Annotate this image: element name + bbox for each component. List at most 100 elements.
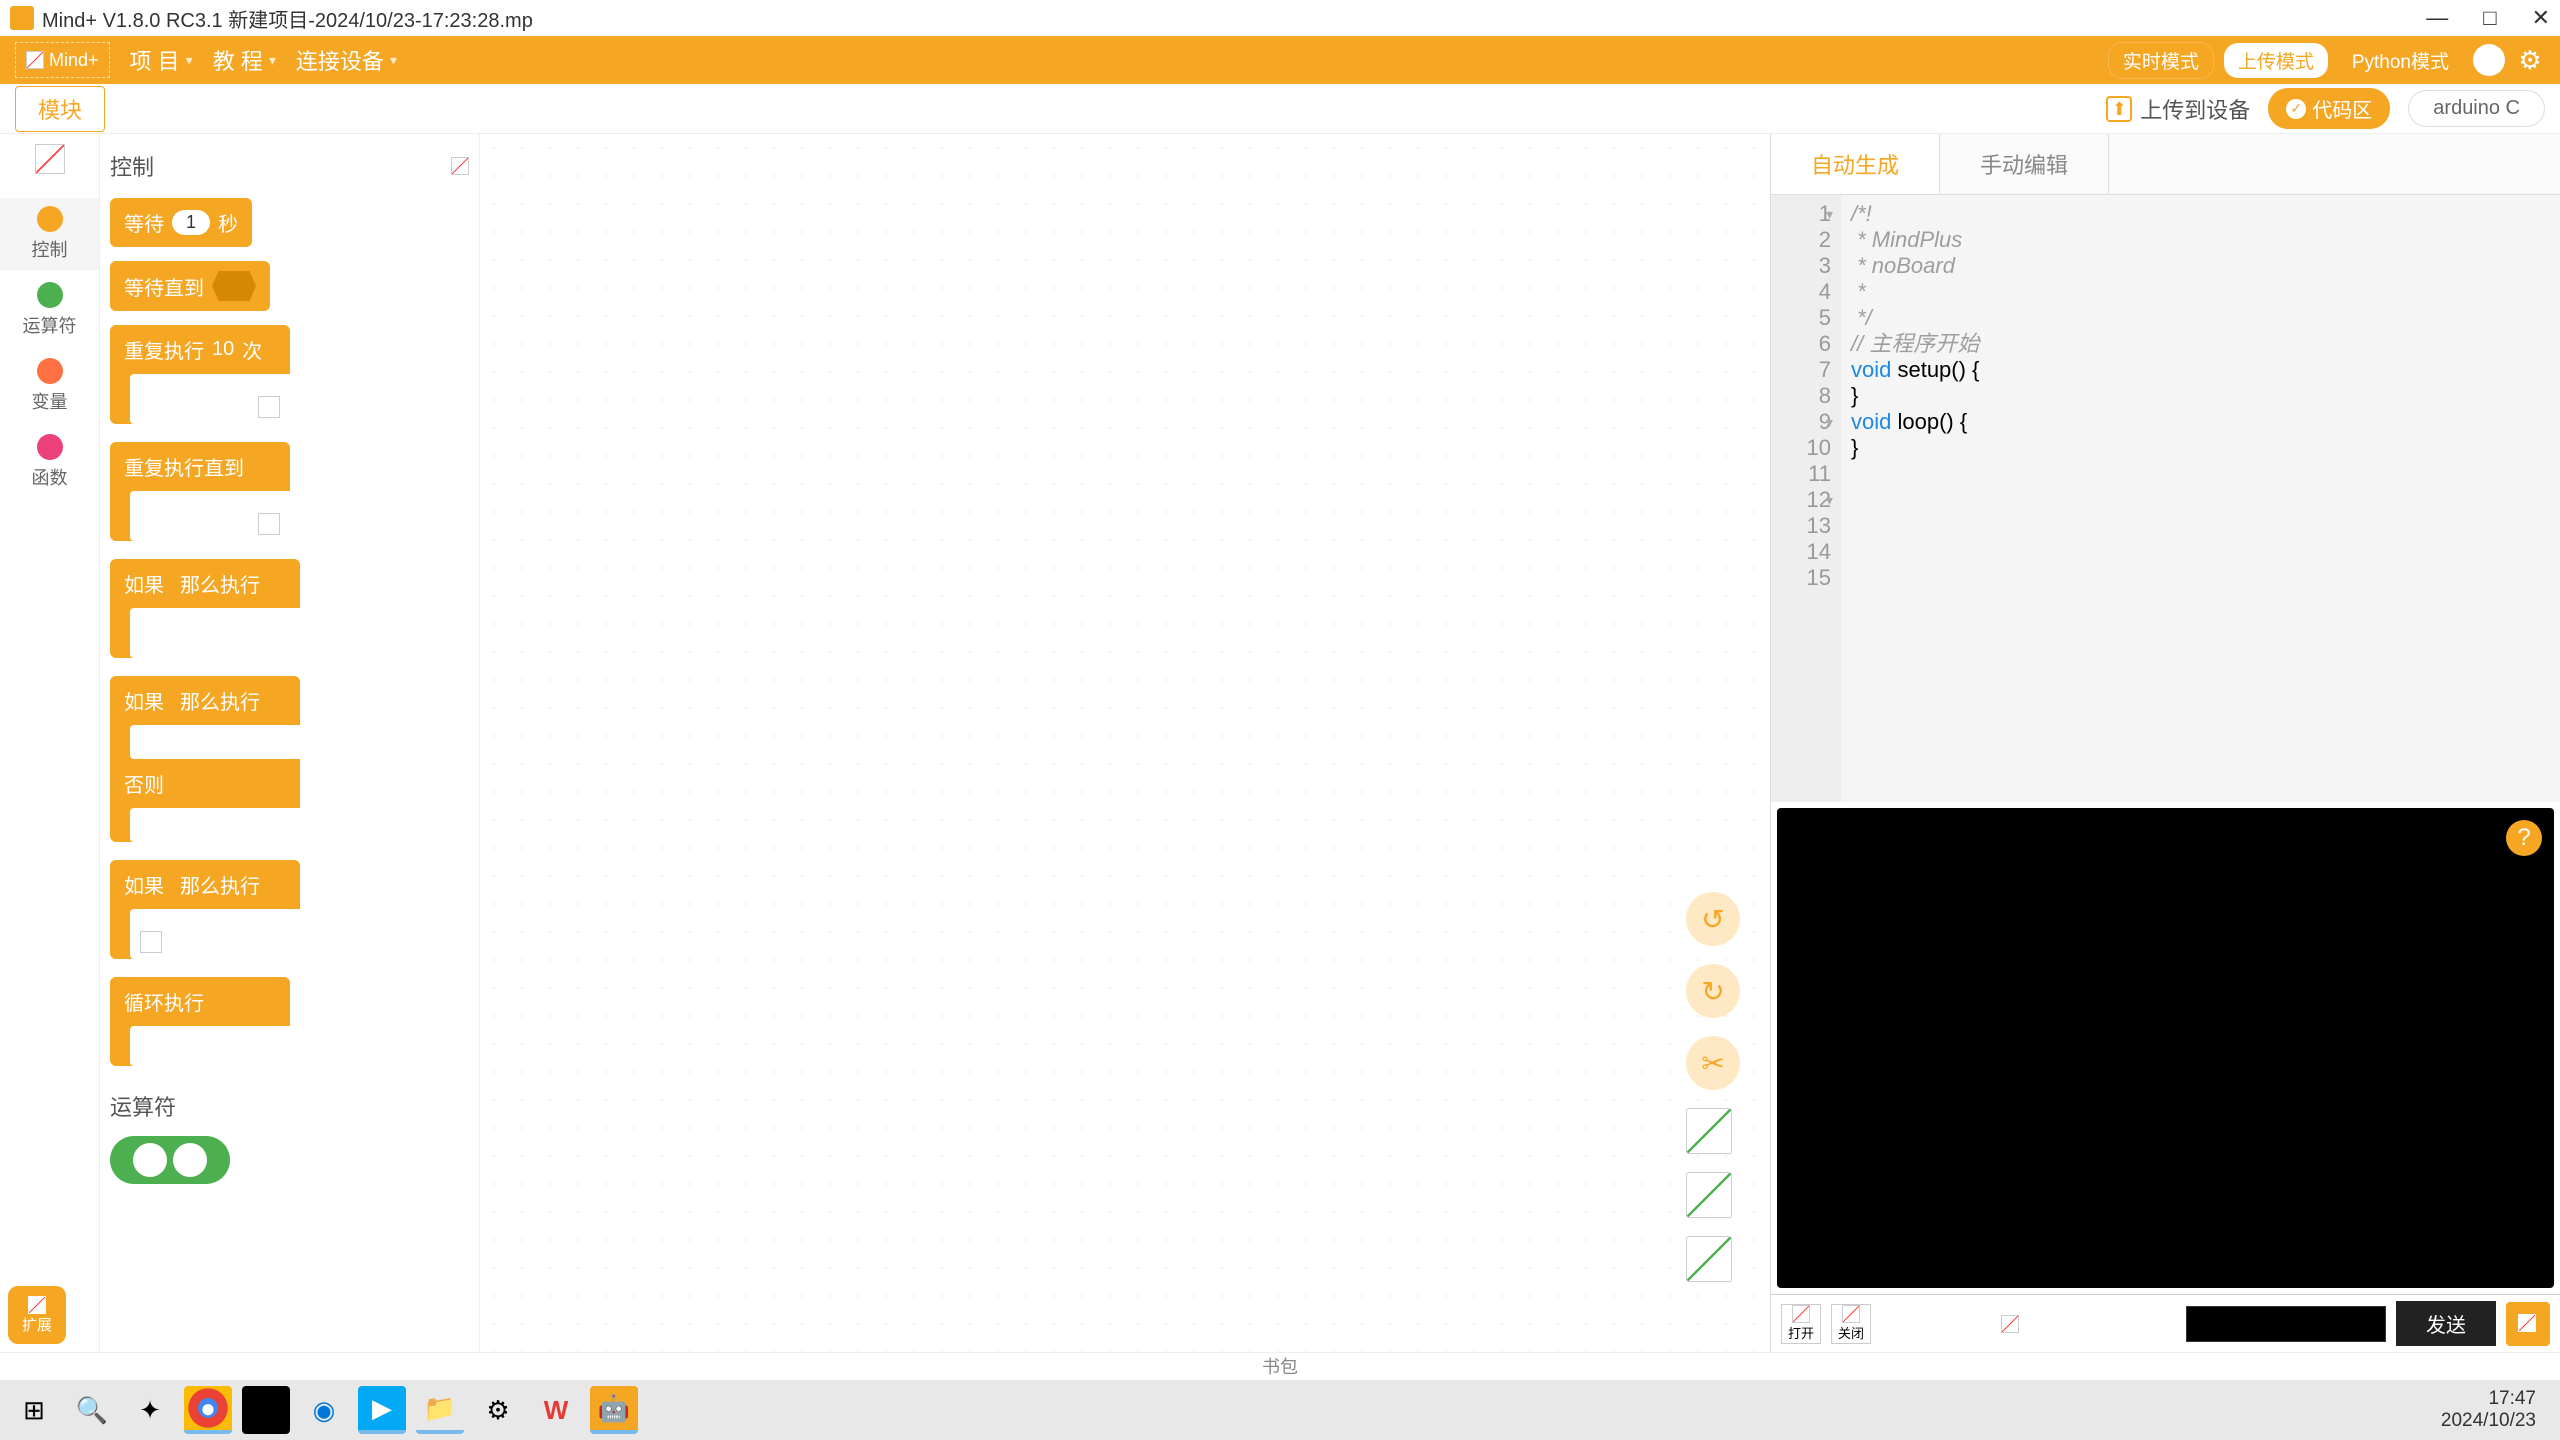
upload-to-device-label: 上传到设备 [2140, 93, 2250, 125]
wait-value-input[interactable]: 1 [172, 210, 210, 235]
serial-clear-button[interactable] [2506, 1302, 2550, 1346]
cleanup-button[interactable]: ✂ [1686, 1036, 1740, 1090]
category-dot-icon [37, 434, 63, 460]
block-if-then-break[interactable]: 如果那么执行 [110, 860, 300, 959]
window-title: Mind+ V1.8.0 RC3.1 新建项目-2024/10/23-17:23… [42, 4, 533, 33]
block-if-else[interactable]: 如果那么执行 否则 [110, 676, 300, 842]
upload-icon: ⬆ [2106, 96, 2132, 122]
taskbar-edge[interactable]: ◉ [300, 1386, 348, 1434]
serial-terminal[interactable]: ? [1777, 808, 2554, 1288]
block-repeat-times[interactable]: 重复执行10次 [110, 325, 290, 424]
module-tab[interactable]: 模块 [15, 86, 105, 132]
zoom-out-button[interactable] [1686, 1172, 1732, 1218]
backpack-bar[interactable]: 书包 [0, 1352, 2560, 1380]
system-tray[interactable]: 17:47 2024/10/23 [2441, 1388, 2550, 1432]
logo-icon [26, 51, 44, 69]
open-icon [1792, 1305, 1810, 1323]
menu-project[interactable]: 项 目▾ [130, 44, 193, 76]
undo-button[interactable]: ↺ [1686, 892, 1740, 946]
code-tabs: 自动生成 手动编辑 [1771, 134, 2560, 195]
code-panel: 自动生成 手动编辑 1▾2345678 9▾101112▾131415 /*! … [1770, 134, 2560, 1352]
block-repeat-until[interactable]: 重复执行直到 [110, 442, 290, 541]
zoom-in-button[interactable] [1686, 1108, 1732, 1154]
taskbar-terminal[interactable] [242, 1386, 290, 1434]
backpack-label: 书包 [1262, 1357, 1298, 1377]
chevron-down-icon: ▾ [390, 52, 397, 69]
windows-taskbar: ⊞ 🔍 ✦ ● ◉ ▶ 📁 ⚙ W 🤖 17:47 2024/10/23 [0, 1380, 2560, 1440]
block-operator-add[interactable] [110, 1136, 230, 1184]
search-button[interactable]: 🔍 [68, 1386, 116, 1434]
category-label: 控制 [32, 236, 68, 262]
serial-setting-icon[interactable] [2001, 1315, 2019, 1333]
realtime-mode-button[interactable]: 实时模式 [2108, 42, 2214, 79]
zoom-reset-button[interactable] [1686, 1236, 1732, 1282]
tab-manual-edit[interactable]: 手动编辑 [1940, 134, 2109, 194]
upload-mode-button[interactable]: 上传模式 [2224, 43, 2328, 78]
block-palette: 控制 等待 1 秒 等待直到 重复执行10次 重复执行直到 如果那 [100, 134, 480, 1352]
operand-slot[interactable] [133, 1143, 167, 1177]
taskbar-explorer[interactable]: 📁 [416, 1386, 464, 1434]
menu-tutorial[interactable]: 教 程▾ [213, 44, 276, 76]
upload-to-device-button[interactable]: ⬆ 上传到设备 [2106, 93, 2250, 125]
block-wait-until[interactable]: 等待直到 [110, 261, 270, 311]
clock-time: 17:47 [2441, 1388, 2536, 1410]
taskbar-chrome[interactable]: ● [184, 1386, 232, 1434]
taskbar-mindplus[interactable]: 🤖 [590, 1386, 638, 1434]
code-area-button[interactable]: 代码区 [2268, 88, 2390, 129]
serial-close-button[interactable]: 关闭 [1831, 1304, 1871, 1344]
category-dot-icon [37, 358, 63, 384]
clock-date: 2024/10/23 [2441, 1410, 2536, 1432]
boolean-slot[interactable] [212, 271, 256, 301]
code-editor[interactable]: 1▾2345678 9▾101112▾131415 /*! * MindPlus… [1771, 195, 2560, 802]
palette-title: 控制 [110, 150, 154, 182]
category-label: 函数 [32, 464, 68, 490]
loop-end-icon [258, 396, 280, 418]
window-titlebar: Mind+ V1.8.0 RC3.1 新建项目-2024/10/23-17:23… [0, 0, 2560, 36]
maximize-button[interactable]: □ [2483, 5, 2496, 31]
operators-section-title: 运算符 [110, 1090, 469, 1122]
taskbar-app-blue[interactable]: ▶ [358, 1386, 406, 1434]
app-logo[interactable]: Mind+ [15, 42, 110, 78]
repeat-value-input[interactable]: 10 [212, 338, 234, 361]
close-icon [1842, 1305, 1860, 1323]
taskbar-settings[interactable]: ⚙ [474, 1386, 522, 1434]
settings-icon[interactable]: ⚙ [2515, 45, 2545, 75]
category-functions[interactable]: 函数 [0, 426, 99, 498]
break-icon [140, 931, 162, 953]
serial-open-button[interactable]: 打开 [1781, 1304, 1821, 1344]
code-body: /*! * MindPlus * noBoard * */ // 主程序开始 v… [1841, 195, 2560, 802]
terminal-toolbar: 打开 关闭 发送 [1771, 1294, 2560, 1352]
main-area: 控制 运算符 变量 函数 控制 等待 1 秒 等待直到 重复执行10次 [0, 134, 2560, 1352]
block-if-then[interactable]: 如果那么执行 [110, 559, 300, 658]
help-button[interactable]: ? [2506, 820, 2542, 856]
start-button[interactable]: ⊞ [10, 1386, 58, 1434]
close-button[interactable]: ✕ [2532, 5, 2550, 31]
category-strip: 控制 运算符 变量 函数 [0, 134, 100, 1352]
category-variables[interactable]: 变量 [0, 350, 99, 422]
extension-button[interactable]: 扩展 [8, 1286, 66, 1344]
language-pill[interactable]: arduino C [2408, 90, 2545, 127]
python-mode-button[interactable]: Python模式 [2338, 43, 2463, 78]
app-icon [10, 6, 34, 30]
redo-button[interactable]: ↻ [1686, 964, 1740, 1018]
menu-connect[interactable]: 连接设备▾ [296, 44, 397, 76]
palette-icon[interactable] [451, 157, 469, 175]
user-avatar[interactable] [2473, 44, 2505, 76]
serial-input[interactable] [2186, 1306, 2386, 1342]
block-forever[interactable]: 循环执行 [110, 977, 290, 1066]
tab-auto-generate[interactable]: 自动生成 [1771, 134, 1940, 194]
send-button[interactable]: 发送 [2396, 1301, 2496, 1346]
menubar: Mind+ 项 目▾ 教 程▾ 连接设备▾ 实时模式 上传模式 Python模式… [0, 36, 2560, 84]
minimize-button[interactable]: — [2426, 5, 2448, 31]
workspace-canvas[interactable]: ↺ ↻ ✂ [480, 134, 1770, 1352]
operand-slot[interactable] [173, 1143, 207, 1177]
category-control[interactable]: 控制 [0, 198, 99, 270]
category-operators[interactable]: 运算符 [0, 274, 99, 346]
clear-icon [2518, 1314, 2536, 1332]
category-dot-icon [37, 282, 63, 308]
taskbar-wps[interactable]: W [532, 1386, 580, 1434]
sprite-icon[interactable] [35, 144, 65, 174]
taskbar-app[interactable]: ✦ [126, 1386, 174, 1434]
chevron-down-icon: ▾ [186, 52, 193, 69]
block-wait-seconds[interactable]: 等待 1 秒 [110, 198, 252, 247]
